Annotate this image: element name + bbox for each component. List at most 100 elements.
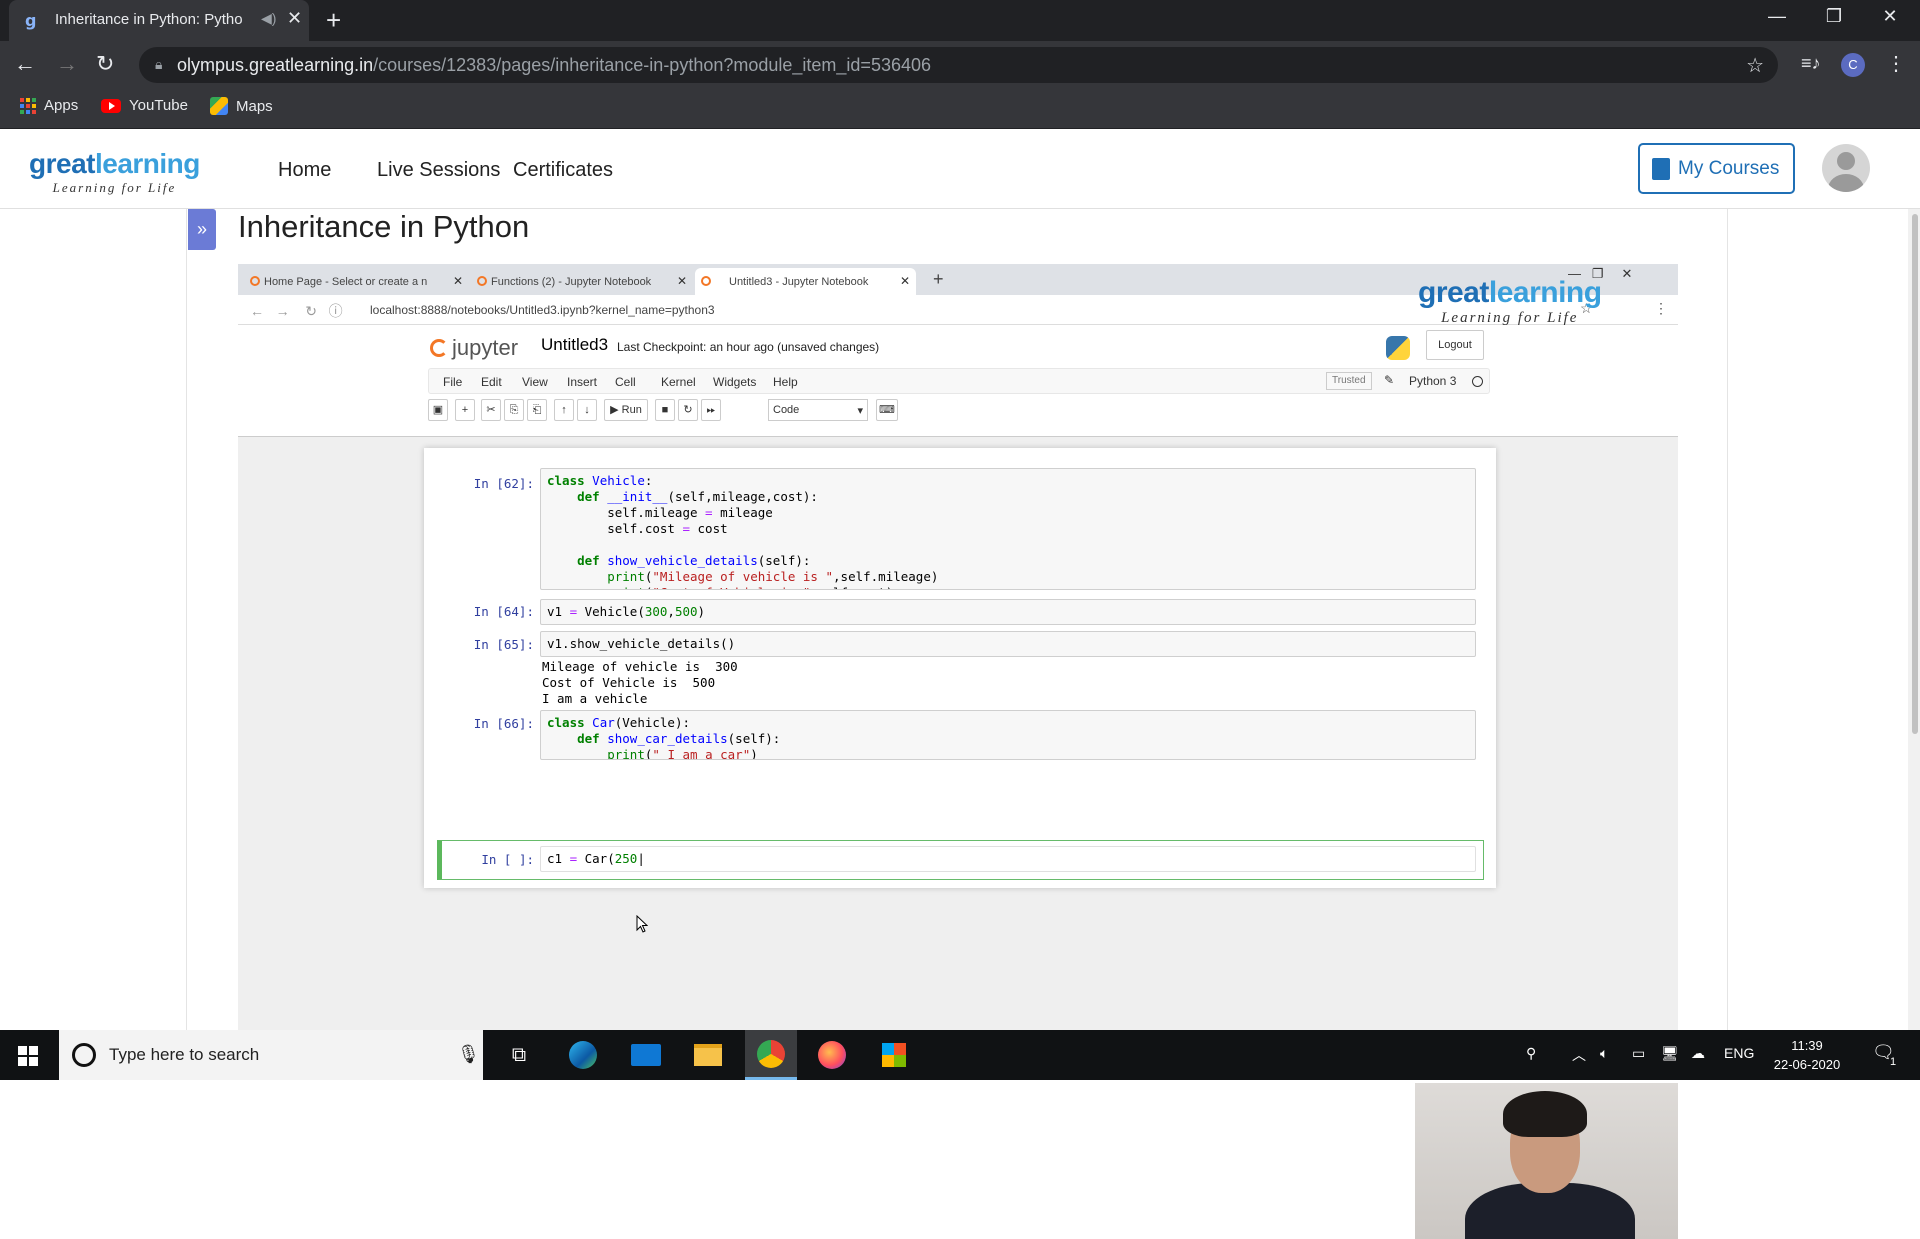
- cell-prompt: In [ ]:: [481, 852, 534, 867]
- site-header: greatlearning Learning for Life Home Liv…: [0, 129, 1920, 209]
- notebook-container: In [62]: class Vehicle: def __init__(sel…: [424, 448, 1496, 888]
- greatlearning-logo[interactable]: greatlearning Learning for Life: [29, 148, 200, 196]
- clock-date: 22-06-2020: [1773, 1057, 1841, 1072]
- jupyter-menu-item: Edit: [481, 375, 502, 389]
- trusted-badge: Trusted: [1326, 372, 1372, 390]
- task-view-icon[interactable]: ⧉: [494, 1030, 544, 1080]
- firefox-icon[interactable]: [807, 1030, 857, 1080]
- bookmark-label: YouTube: [129, 97, 188, 114]
- taskbar-search[interactable]: Type here to search 🎙︎: [59, 1030, 483, 1080]
- lock-icon: 🔒︎: [155, 56, 163, 72]
- copy-icon: ⎘: [504, 399, 524, 421]
- jupyter-favicon-icon: [477, 276, 487, 286]
- people-icon[interactable]: ⚲: [1526, 1045, 1536, 1062]
- paste-icon: ⎗: [527, 399, 547, 421]
- instructor-webcam: [1415, 1083, 1678, 1239]
- chrome-icon[interactable]: [745, 1030, 797, 1080]
- video-tab: Functions (2) - Jupyter Notebook ✕: [471, 268, 693, 295]
- show-hidden-icons-chevron-icon[interactable]: ︿: [1572, 1045, 1586, 1065]
- jupyter-menubar: File Edit View Insert Cell Kernel Widget…: [428, 368, 1490, 394]
- mail-icon[interactable]: [621, 1030, 671, 1080]
- nav-certificates[interactable]: Certificates: [513, 159, 613, 182]
- windows-start-icon[interactable]: [18, 1046, 38, 1066]
- bookmark-label: Maps: [236, 97, 273, 115]
- volume-icon[interactable]: 🔈︎: [1600, 1045, 1608, 1062]
- tab-title: Inheritance in Python: Pytho: [55, 11, 243, 28]
- bookmark-apps[interactable]: Apps: [20, 97, 78, 114]
- greatlearning-favicon-icon: g: [25, 11, 37, 30]
- reload-icon[interactable]: ↻: [96, 51, 114, 77]
- clock-time: 11:39: [1791, 1038, 1823, 1053]
- jupyter-menu-item: Kernel: [661, 375, 696, 389]
- video-tab: Home Page - Select or create a n ✕: [244, 268, 469, 295]
- address-bar[interactable]: 🔒︎ olympus.greatlearning.in/courses/1238…: [139, 47, 1778, 83]
- greatlearning-watermark: greatlearning Learning for Life: [1418, 276, 1602, 326]
- restart-icon: ↻: [678, 399, 698, 421]
- user-avatar[interactable]: [1822, 144, 1870, 192]
- media-control-icon[interactable]: ≡♪: [1801, 53, 1821, 74]
- microphone-icon[interactable]: 🎙︎: [457, 1044, 480, 1065]
- jupyter-header: jupyter Untitled3 Last Checkpoint: an ho…: [238, 325, 1678, 437]
- bookmark-star-icon[interactable]: ☆: [1746, 53, 1764, 78]
- jupyter-logout-button: Logout: [1426, 330, 1484, 360]
- cut-icon: ✂: [481, 399, 501, 421]
- my-courses-button[interactable]: My Courses: [1638, 143, 1795, 194]
- edge-icon[interactable]: [558, 1030, 608, 1080]
- jupyter-menu-item: File: [443, 375, 463, 389]
- nav-live-sessions[interactable]: Live Sessions: [377, 159, 500, 182]
- address-url: olympus.greatlearning.in/courses/12383/p…: [177, 55, 932, 75]
- nav-home[interactable]: Home: [278, 159, 331, 182]
- video-menu-icon: ⋮: [1654, 300, 1668, 316]
- page-title: Inheritance in Python: [238, 209, 530, 244]
- bookmark-youtube[interactable]: YouTube: [101, 97, 188, 114]
- video-nav-icons: ← → ↻ ⓘ: [250, 303, 343, 319]
- page-content: » Inheritance in Python Home Page - Sele…: [0, 209, 1920, 1239]
- insert-cell-icon: +: [455, 399, 475, 421]
- cell-prompt: In [64]:: [473, 604, 534, 619]
- book-icon: [1652, 157, 1670, 180]
- browser-menu-icon[interactable]: ⋮: [1886, 51, 1906, 76]
- jupyter-logo: jupyter: [430, 335, 518, 361]
- forward-arrow-icon[interactable]: →: [56, 51, 78, 77]
- battery-icon[interactable]: ▭: [1632, 1045, 1645, 1062]
- back-arrow-icon[interactable]: ←: [14, 51, 36, 77]
- restore-window-button[interactable]: ❐: [1814, 6, 1854, 27]
- move-up-icon: ↑: [554, 399, 574, 421]
- jupyter-menu-item: Insert: [567, 375, 598, 389]
- youtube-icon: [101, 98, 121, 113]
- close-window-button[interactable]: ✕: [1870, 6, 1910, 27]
- jupyter-favicon-icon: [250, 276, 260, 286]
- mouse-cursor-icon: [636, 915, 648, 933]
- tab-close-icon[interactable]: ✕: [287, 8, 302, 29]
- cell-prompt: In [65]:: [473, 637, 534, 652]
- run-button: ▶︎ Run: [604, 399, 648, 421]
- apps-grid-icon: [20, 97, 36, 114]
- cortana-icon: [72, 1043, 96, 1067]
- bookmark-maps[interactable]: Maps: [210, 97, 273, 115]
- python-logo-icon: [1386, 336, 1410, 360]
- new-tab-button[interactable]: +: [326, 5, 341, 36]
- kernel-idle-icon: [1472, 376, 1483, 387]
- jupyter-favicon-icon: [701, 276, 711, 286]
- minimize-window-button[interactable]: —: [1757, 6, 1797, 27]
- bookmark-label: Apps: [44, 97, 79, 114]
- notification-count: 1: [1890, 1056, 1897, 1068]
- windows-taskbar: Type here to search 🎙︎ ⧉ ⚲ ︿ 🔈︎ ▭ 🖥︎ ☁ E…: [0, 1030, 1920, 1080]
- network-icon[interactable]: 🖥︎: [1661, 1045, 1679, 1062]
- file-explorer-icon[interactable]: [683, 1030, 733, 1080]
- browser-tab-active[interactable]: g Inheritance in Python: Pytho ◀) ✕: [9, 0, 309, 41]
- browser-toolbar: ← → ↻ 🔒︎ olympus.greatlearning.in/course…: [0, 41, 1920, 89]
- onedrive-cloud-icon[interactable]: ☁: [1691, 1045, 1705, 1062]
- code-cell-input: class Vehicle: def __init__(self,mileage…: [540, 468, 1476, 590]
- expand-sidebar-button[interactable]: »: [188, 209, 216, 250]
- scrollbar-thumb[interactable]: [1912, 214, 1918, 734]
- video-new-tab-icon: +: [933, 269, 944, 289]
- taskbar-clock[interactable]: 11:39 22-06-2020: [1765, 1036, 1849, 1074]
- code-cell-input: v1 = Vehicle(300,500): [540, 599, 1476, 625]
- microsoft-store-icon[interactable]: [869, 1030, 919, 1080]
- lecture-video[interactable]: Home Page - Select or create a n ✕ Functi…: [238, 264, 1678, 1030]
- input-language[interactable]: ENG: [1724, 1045, 1754, 1061]
- audio-playing-icon[interactable]: ◀): [261, 10, 276, 27]
- jupyter-menu-item: Widgets: [713, 375, 757, 389]
- profile-avatar[interactable]: C: [1841, 53, 1865, 77]
